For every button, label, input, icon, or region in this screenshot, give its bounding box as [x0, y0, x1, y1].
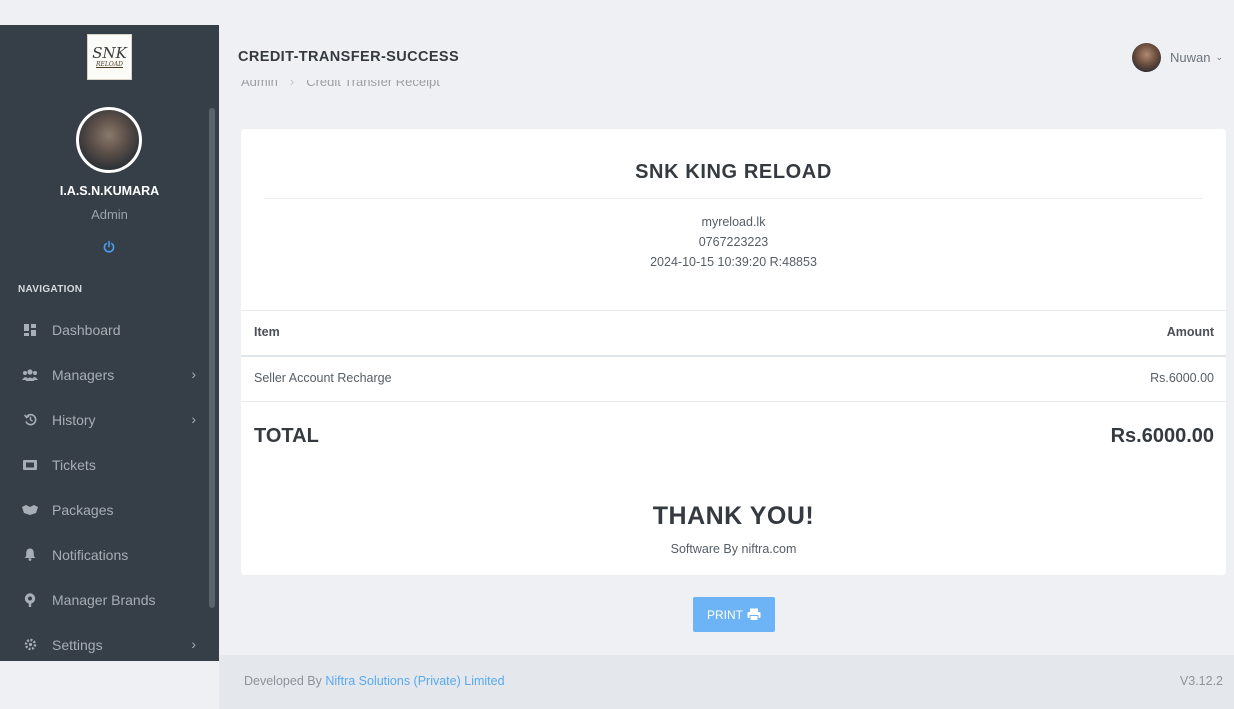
breadcrumb-item[interactable]: Admin — [241, 80, 278, 94]
footer-credit: Developed By Niftra Solutions (Private) … — [244, 674, 505, 688]
logo-subtext: RELOAD — [96, 61, 123, 68]
sidebar-item-history[interactable]: History › — [0, 397, 210, 442]
bell-icon — [22, 547, 38, 563]
brand-icon — [22, 592, 38, 608]
thank-you-message: THANK YOU! — [652, 502, 815, 530]
print-button[interactable]: PRINT — [693, 597, 775, 632]
divider — [241, 310, 1226, 311]
ticket-icon — [22, 457, 38, 473]
receipt-card: SNK KING RELOAD myreload.lk 0767223223 2… — [241, 129, 1226, 575]
breadcrumb: Admin › Credit Transfer Receipt — [241, 80, 440, 94]
divider — [241, 355, 1226, 357]
app-version: V3.12.2 — [1179, 674, 1223, 688]
sidebar-item-dashboard[interactable]: Dashboard — [0, 307, 210, 352]
row-amount: Rs.6000.00 — [1150, 371, 1214, 385]
print-button-label: PRINT — [707, 607, 743, 622]
sidebar-item-label: Settings — [52, 636, 103, 653]
total-label: TOTAL — [254, 425, 319, 447]
total-value: Rs.6000.00 — [1110, 425, 1214, 447]
chevron-right-icon: › — [191, 366, 196, 382]
column-header-amount: Amount — [1166, 325, 1214, 339]
sidebar-item-label: History — [52, 411, 96, 428]
page-title: CREDIT-TRANSFER-SUCCESS — [238, 49, 460, 65]
software-credit: Software By niftra.com — [670, 542, 797, 556]
sidebar-item-label: Notifications — [52, 546, 129, 563]
breadcrumb-separator: › — [289, 80, 295, 89]
chevron-right-icon: › — [191, 411, 196, 427]
sidebar-item-notifications[interactable]: Notifications — [0, 532, 210, 577]
settings-icon — [22, 637, 38, 653]
sidebar: SNK RELOAD I.A.S.N.KUMARA Admin NAVIGATI… — [0, 25, 219, 661]
user-avatar — [1132, 42, 1161, 72]
sidebar-item-tickets[interactable]: Tickets — [0, 442, 210, 487]
footer-prefix: Developed By — [244, 674, 326, 688]
sidebar-item-manager-brands[interactable]: Manager Brands — [0, 577, 210, 622]
users-icon — [22, 367, 38, 383]
profile-name: I.A.S.N.KUMARA — [59, 184, 160, 198]
logo-text: SNK — [92, 44, 127, 62]
sidebar-item-packages[interactable]: Packages — [0, 487, 210, 532]
chevron-down-icon: ⌄ — [1215, 51, 1224, 62]
sidebar-item-label: Manager Brands — [52, 591, 156, 608]
profile-avatar[interactable] — [76, 107, 142, 173]
history-icon — [22, 412, 38, 428]
breadcrumb-item: Credit Transfer Receipt — [306, 80, 440, 89]
nav-section-title: NAVIGATION — [18, 284, 83, 295]
row-item: Seller Account Recharge — [254, 371, 392, 385]
shop-name: SNK KING RELOAD — [635, 161, 832, 183]
sidebar-item-managers[interactable]: Managers › — [0, 352, 210, 397]
app-logo[interactable]: SNK RELOAD — [87, 34, 132, 80]
footer-company-link[interactable]: Niftra Solutions (Private) Limited — [325, 674, 504, 688]
power-icon[interactable] — [102, 240, 116, 254]
divider — [241, 401, 1226, 402]
sidebar-item-label: Packages — [52, 501, 114, 518]
shop-phone: 0767223223 — [698, 235, 769, 249]
sidebar-item-label: Managers — [52, 366, 115, 383]
packages-icon — [22, 502, 38, 518]
printer-icon — [747, 608, 761, 621]
user-menu-name: Nuwan — [1170, 49, 1211, 65]
divider — [264, 198, 1203, 199]
sidebar-item-settings[interactable]: Settings › — [0, 622, 210, 661]
column-header-item: Item — [254, 325, 280, 339]
receipt-datetime-ref: 2024-10-15 10:39:20 R:48853 — [650, 255, 817, 269]
shop-website: myreload.lk — [701, 215, 766, 229]
chevron-right-icon: › — [191, 636, 196, 652]
footer: Developed By Niftra Solutions (Private) … — [219, 655, 1234, 709]
user-menu[interactable]: Nuwan ⌄ — [1132, 42, 1223, 72]
dashboard-icon — [22, 322, 38, 338]
sidebar-item-label: Tickets — [52, 456, 96, 473]
sidebar-item-label: Dashboard — [52, 321, 121, 338]
profile-role: Admin — [91, 207, 128, 222]
